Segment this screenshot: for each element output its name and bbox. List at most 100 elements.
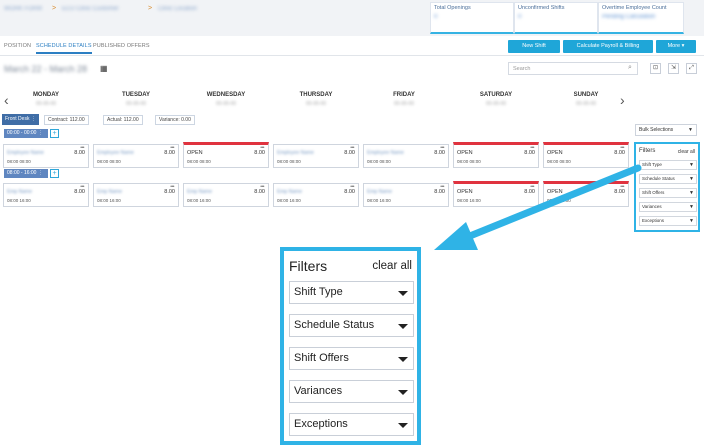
caret-down-icon (398, 291, 408, 296)
shift-times: 08:00 16:00 (97, 198, 121, 203)
shift-hours: 8.00 (524, 150, 535, 156)
position-front-desk[interactable]: Front Desk ⋮ (2, 114, 39, 125)
day-date: 00-00-00 (215, 101, 236, 107)
dropdown-label: Schedule Status (294, 319, 375, 331)
shift-card[interactable]: ••• Emp Name 8.00 08:00 16:00 (183, 183, 269, 207)
breadcrumb-item-2[interactable]: ECU Clinic Customer (62, 6, 119, 12)
employee-name: Emp Name (367, 189, 393, 195)
open-label: OPEN (547, 150, 563, 156)
schedule-status-dropdown[interactable]: Schedule Status (289, 314, 414, 337)
stat-label: Unconfirmed Shifts (518, 5, 565, 11)
shift-times: 08:00 08:00 (367, 159, 391, 164)
dropdown-label: Exceptions (294, 418, 348, 430)
calendar-icon[interactable]: ▦ (100, 64, 108, 73)
open-label: OPEN (187, 150, 203, 156)
shift-card[interactable]: ••• Emp Name 8.00 08:00 16:00 (93, 183, 179, 207)
stat-value: 0 (434, 14, 438, 20)
chevron-left-icon[interactable]: ‹ (4, 92, 9, 108)
stat-value: 0 (518, 14, 522, 20)
shift-card[interactable]: ••• Emp Name 8.00 08:00 16:00 (3, 183, 89, 207)
dropdown-label: Shift Type (294, 286, 343, 298)
employee-name: Emp Name (97, 189, 123, 195)
add-shift-icon[interactable]: + (50, 169, 59, 178)
filters-title: Filters (289, 258, 328, 274)
new-shift-button[interactable]: New Shift (508, 40, 560, 53)
dropdown-label: Variances (294, 385, 343, 397)
shift-times: 08:00 16:00 (277, 198, 301, 203)
caret-down-icon (398, 324, 408, 329)
shift-card[interactable]: ••• Employee Name 8.00 08:00 08:00 (93, 144, 179, 168)
shift-hours: 8.00 (434, 150, 445, 156)
clear-all-link[interactable]: clear all (678, 149, 695, 155)
employee-name: Employee Name (97, 150, 134, 156)
stat-total-openings: Total Openings 0 (430, 2, 514, 34)
shift-hours: 8.00 (254, 150, 265, 156)
dropdown-label: Shift Offers (294, 352, 349, 364)
shift-times: 08:00 16:00 (367, 198, 391, 203)
day-date: 00-00-00 (125, 101, 146, 107)
time-group[interactable]: 08:00 - 16:00 ⋮ (4, 169, 48, 178)
bulk-selections-dropdown[interactable]: Bulk Selections ▼ (635, 124, 697, 136)
tab-position[interactable]: POSITION (4, 43, 31, 49)
day-header-tuesday: TUESDAY (121, 92, 151, 98)
chevron-right-icon[interactable]: › (620, 92, 625, 108)
stat-label: Overtime Employee Count (602, 5, 667, 11)
stat-value: Pending Calculation (602, 14, 656, 20)
employee-name: Emp Name (187, 189, 213, 195)
lock-icon[interactable]: ⊡ (650, 63, 661, 74)
time-group[interactable]: 00:00 - 00:00 ⋮ (4, 129, 48, 138)
clear-all-link[interactable]: clear all (372, 260, 412, 272)
shift-times: 08:00 08:00 (187, 159, 211, 164)
shift-hours: 8.00 (254, 189, 265, 195)
more-button[interactable]: More ▾ (656, 40, 696, 53)
shift-card[interactable]: ••• Emp Name 8.00 08:00 16:00 (273, 183, 359, 207)
bulk-label: Bulk Selections (639, 127, 674, 133)
search-icon[interactable]: ⌕ (628, 64, 632, 72)
employee-name: Emp Name (277, 189, 303, 195)
expand-icon[interactable]: ⤢ (686, 63, 697, 74)
shift-times: 08:00 08:00 (97, 159, 121, 164)
day-header-friday: FRIDAY (393, 92, 415, 98)
callout-arrow (434, 164, 642, 250)
shift-card[interactable]: ••• Employee Name 8.00 08:00 08:00 (3, 144, 89, 168)
shift-hours: 8.00 (74, 189, 85, 195)
variances-dropdown[interactable]: Variances (289, 380, 414, 403)
caret-down-icon (398, 357, 408, 362)
day-header-wednesday: WEDNESDAY (206, 92, 246, 98)
day-date: 00-00-00 (305, 101, 326, 107)
calculate-payroll-button[interactable]: Calculate Payroll & Billing (563, 40, 653, 53)
day-date: 00-00-00 (575, 101, 596, 107)
shift-card[interactable]: ••• Employee Name 8.00 08:00 08:00 (273, 144, 359, 168)
caret-down-icon: ▼ (689, 190, 694, 196)
shift-offers-dropdown[interactable]: Shift Offers (289, 347, 414, 370)
day-header-sunday: SUNDAY (573, 92, 599, 98)
tab-schedule-details[interactable]: SCHEDULE DETAILS (36, 43, 92, 54)
search-input[interactable]: Search (508, 62, 638, 75)
shift-type-dropdown[interactable]: Shift Type (289, 281, 414, 304)
actual-hours: Actual: 112.00 (103, 115, 143, 125)
shift-hours: 8.00 (74, 150, 85, 156)
shift-hours: 8.00 (344, 189, 355, 195)
shift-hours: 8.00 (164, 150, 175, 156)
export-icon[interactable]: ⇲ (668, 63, 679, 74)
breadcrumb-item-1[interactable]: WORK FORM (4, 6, 42, 12)
shift-hours: 8.00 (614, 150, 625, 156)
caret-down-icon (398, 390, 408, 395)
open-shift-card[interactable]: ••• OPEN 8.00 08:00 08:00 (183, 142, 269, 168)
day-date: 00-00-00 (35, 101, 56, 107)
filters-title: Filters (639, 148, 656, 154)
caret-down-icon: ▼ (689, 204, 694, 210)
employee-name: Employee Name (7, 150, 44, 156)
breadcrumb-item-3[interactable]: Clinic Location (158, 6, 197, 12)
shift-times: 08:00 16:00 (187, 198, 211, 203)
add-shift-icon[interactable]: + (50, 129, 59, 138)
employee-name: Employee Name (367, 150, 404, 156)
shift-times: 08:00 08:00 (277, 159, 301, 164)
day-header-monday: MONDAY (32, 92, 60, 98)
caret-down-icon: ▼ (689, 218, 694, 224)
exceptions-dropdown[interactable]: Exceptions (289, 413, 414, 436)
shift-times: 08:00 16:00 (7, 198, 31, 203)
shift-times: 08:00 08:00 (7, 159, 31, 164)
employee-name: Employee Name (277, 150, 314, 156)
tab-published-offers[interactable]: PUBLISHED OFFERS (93, 43, 150, 49)
